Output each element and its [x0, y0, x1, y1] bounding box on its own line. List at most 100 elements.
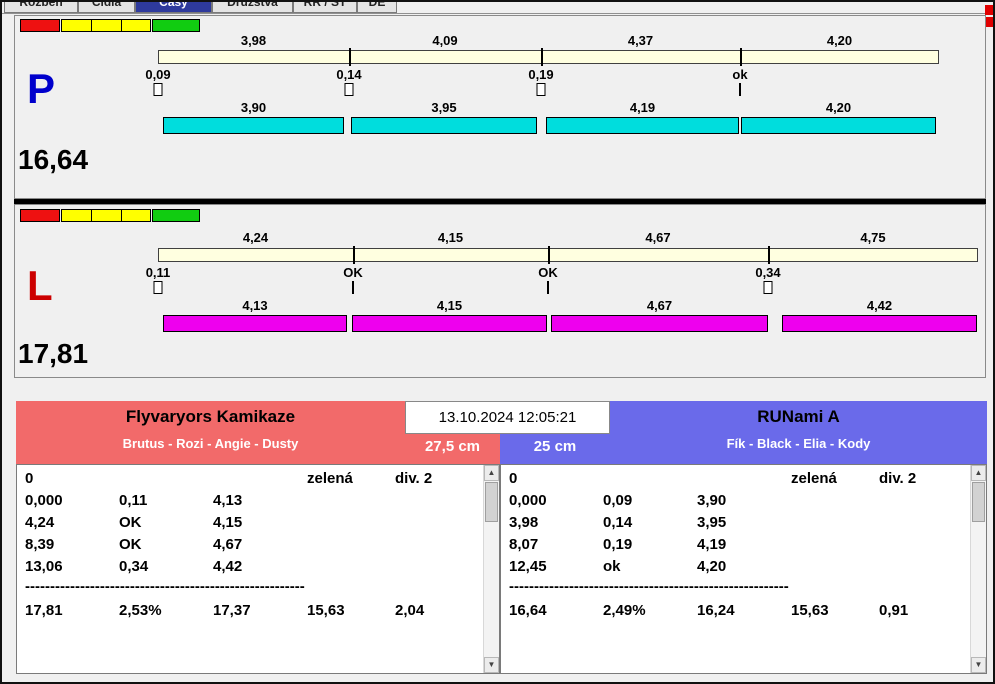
results-area-right[interactable]: 0 zelená div. 2 0,000 0,09 3,90 3,98 0,1…	[500, 464, 987, 674]
lane-p-letter: P	[27, 65, 56, 112]
scroll-up-button[interactable]: ▲	[484, 465, 499, 481]
lane-p-total-time: 16,64	[18, 144, 89, 175]
changeover-marker-box	[153, 281, 163, 294]
changeover-marker-box	[763, 281, 773, 294]
lane-l-total-time: 17,81	[18, 338, 89, 369]
changeover-time: OK	[538, 265, 558, 280]
result-cell: 3,98	[509, 514, 539, 531]
split-tick	[349, 48, 351, 66]
dog-time: 3,90	[240, 100, 267, 115]
team-left-name: Flyvaryors Kamikaze	[125, 407, 296, 426]
changeover-time: 0,19	[528, 67, 554, 82]
split-tick	[768, 246, 770, 264]
summary-cell: 16,64	[509, 602, 547, 619]
tab-rr-st[interactable]: RR / ST	[293, 2, 357, 13]
changeover-time: 0,11	[145, 265, 171, 280]
status-light-divider	[91, 20, 92, 31]
result-cell: 13,06	[25, 558, 63, 575]
tab-casy-selected[interactable]: Časy	[135, 2, 212, 13]
tab-rozbeh[interactable]: Rozběh	[4, 2, 78, 13]
dog-time: 4,20	[825, 100, 852, 115]
result-cell: 4,67	[213, 536, 243, 553]
tab-druzstva[interactable]: Družstva	[212, 2, 293, 13]
changeover-time: OK	[343, 265, 363, 280]
status-light-green	[152, 209, 200, 222]
split-tick	[541, 48, 543, 66]
dog-time: 4,67	[646, 298, 673, 313]
split-tick	[740, 48, 742, 66]
result-cell: 4,20	[697, 558, 727, 575]
status-light-red	[20, 19, 60, 32]
dog-time-bar	[163, 117, 344, 134]
team-left-jump-height: 27,5 cm	[424, 438, 481, 455]
summary-cell: 16,24	[697, 602, 735, 619]
summary-cell: 17,37	[213, 602, 251, 619]
scroll-down-button[interactable]: ▼	[971, 657, 986, 673]
dog-time: 4,13	[242, 298, 268, 313]
summary-cell: 17,81	[25, 602, 63, 619]
result-header-cell: zelená	[791, 470, 837, 487]
result-cell: 4,19	[697, 536, 727, 553]
dog-time-bar	[352, 315, 547, 332]
dog-time-bar	[741, 117, 936, 134]
result-cell: 0,11	[119, 492, 148, 509]
team-right-dogs: Fík - Black - Elia - Kody	[726, 436, 871, 451]
split-time: 3,98	[240, 33, 267, 48]
result-header-cell: div. 2	[395, 470, 433, 487]
result-cell: 0,14	[603, 514, 633, 531]
changeover-marker-box	[153, 83, 163, 96]
dog-time-bar	[546, 117, 739, 134]
tab-cidla[interactable]: Čidla	[78, 2, 135, 13]
vertical-scrollbar[interactable]: ▲ ▼	[483, 465, 499, 673]
result-cell: 4,42	[213, 558, 243, 575]
split-time: 4,75	[860, 230, 886, 245]
dog-time: 3,95	[431, 100, 457, 115]
result-header-cell: 0	[25, 470, 34, 487]
split-scale-bar	[158, 246, 978, 264]
summary-cell: 15,63	[791, 602, 829, 619]
lane-panel-l: L 17,81 4,24 4,15 4,67 4,75 0,11 OK OK 0…	[14, 204, 986, 378]
status-light-divider	[121, 210, 122, 221]
tab-bar: Rozběh Čidla Časy Družstva RR / ST DE	[2, 2, 932, 13]
split-time: 4,09	[432, 33, 458, 48]
result-cell: OK	[119, 536, 142, 553]
split-time: 4,15	[437, 230, 464, 245]
dog-time: 4,19	[629, 100, 656, 115]
result-cell: 4,24	[25, 514, 55, 531]
result-cell: 0,09	[603, 492, 633, 509]
split-tick	[548, 246, 550, 264]
scrollbar-thumb[interactable]	[485, 482, 498, 522]
result-divider-line: ----------------------------------------…	[25, 578, 305, 595]
dog-time-bar	[782, 315, 977, 332]
status-light-divider	[91, 210, 92, 221]
split-time: 4,24	[242, 230, 269, 245]
scroll-up-button[interactable]: ▲	[971, 465, 986, 481]
result-header-cell: div. 2	[879, 470, 917, 487]
changeover-marker-tick	[739, 83, 741, 96]
dog-time: 4,42	[866, 298, 893, 313]
result-divider-line: ----------------------------------------…	[509, 578, 789, 595]
scroll-down-button[interactable]: ▼	[484, 657, 499, 673]
team-right-jump-height: 25 cm	[533, 438, 577, 455]
result-header-cell: 0	[509, 470, 518, 487]
result-cell: 3,95	[697, 514, 727, 531]
result-cell: 0,000	[25, 492, 63, 509]
vertical-scrollbar[interactable]: ▲ ▼	[970, 465, 986, 673]
result-cell: 0,000	[509, 492, 547, 509]
tab-de[interactable]: DE	[357, 2, 397, 13]
team-right-name: RUNami A	[757, 407, 840, 426]
status-light-yellow	[61, 209, 151, 222]
team-left-dogs: Brutus - Rozi - Angie - Dusty	[122, 436, 299, 451]
tabbar-divider	[2, 13, 993, 14]
result-cell: 8,39	[25, 536, 55, 553]
split-time: 4,67	[645, 230, 671, 245]
result-cell: 8,07	[509, 536, 539, 553]
summary-cell: 2,53%	[119, 602, 162, 619]
split-time: 4,20	[826, 33, 853, 48]
result-cell: ok	[603, 558, 621, 575]
app-window: Rozběh Čidla Časy Družstva RR / ST DE P …	[0, 0, 995, 684]
scrollbar-thumb[interactable]	[972, 482, 985, 522]
results-area-left[interactable]: 0 zelená div. 2 0,000 0,11 4,13 4,24 OK …	[16, 464, 500, 674]
result-cell: 0,19	[603, 536, 633, 553]
status-light-divider	[121, 20, 122, 31]
